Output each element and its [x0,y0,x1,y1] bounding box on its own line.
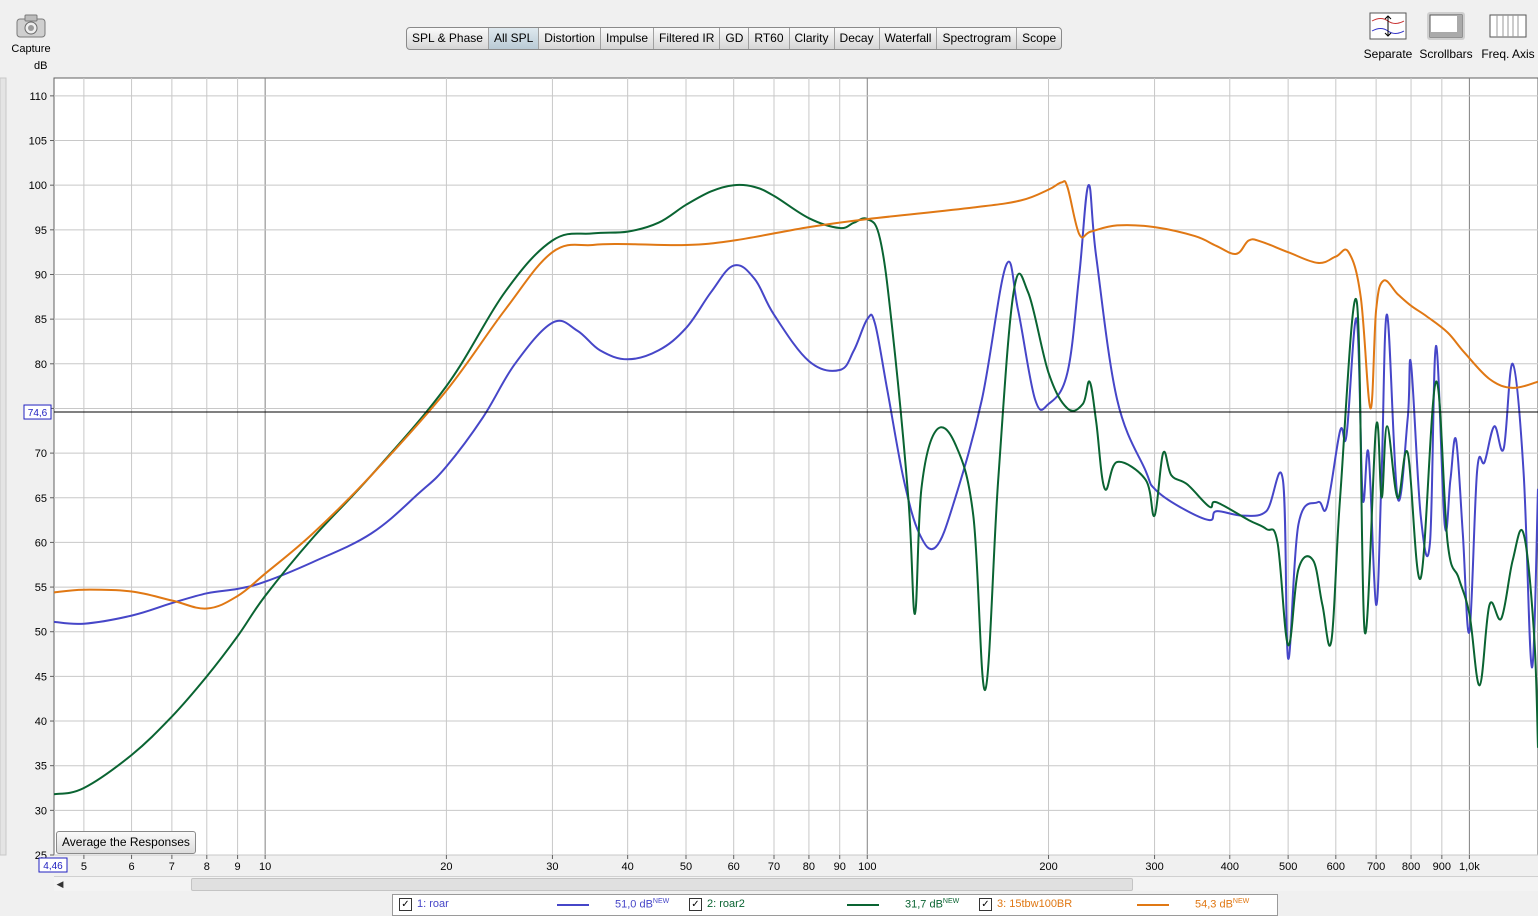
x-tick-label: 80 [803,861,815,873]
x-tick-label: 1,0k [1459,861,1480,873]
x-tick-label: 6 [129,861,135,873]
cursor-y-label: 74,6 [28,408,48,419]
x-tick-label: 200 [1039,861,1057,873]
x-tick-label: 100 [858,861,876,873]
x-tick-label: 500 [1279,861,1297,873]
legend-name: 1: roar [417,898,449,910]
legend-panel: ✓ 1: roar 51,0 dBNEW ✓ 2: roar2 31,7 dBNEW ✓ 3:… [392,894,1278,916]
y-tick-label: 30 [35,805,47,817]
x-tick-label: 20 [440,861,452,873]
x-tick-label: 700 [1367,861,1385,873]
y-tick-label: 40 [35,716,47,728]
x-tick-label: 40 [622,861,634,873]
y-tick-label: 80 [35,359,47,371]
spl-chart[interactable]: 2530354045505560657075808590951001051105… [0,0,1538,908]
y-tick-label: 55 [35,582,47,594]
y-tick-label: 100 [29,180,47,192]
y-tick-label: 65 [35,493,47,505]
y-tick-label: 70 [35,448,47,460]
legend-line [557,904,589,906]
scrollbar-thumb[interactable] [191,878,1133,891]
legend-value: 31,7 dBNEW [905,898,960,911]
y-tick-label: 95 [35,225,47,237]
average-responses-button[interactable]: Average the Responses [56,831,196,854]
cursor-x-label: 4,46 [43,861,63,872]
legend-value: 54,3 dBNEW [1195,898,1250,911]
x-tick-label: 10 [259,861,271,873]
x-tick-label: 7 [169,861,175,873]
x-tick-label: 90 [834,861,846,873]
legend-value: 51,0 dBNEW [615,898,670,911]
y-tick-label: 45 [35,671,47,683]
x-tick-label: 5 [81,861,87,873]
legend-item: ✓ 1: roar 51,0 dBNEW [395,898,683,912]
legend-item: ✓ 3: 15tbw100BR 54,3 dBNEW [975,898,1263,912]
y-tick-label: 110 [29,91,47,103]
x-tick-label: 50 [680,861,692,873]
x-tick-label: 300 [1145,861,1163,873]
vertical-scrollbar [0,77,7,856]
legend-item: ✓ 2: roar2 31,7 dBNEW [685,898,973,912]
y-tick-label: 85 [35,314,47,326]
x-tick-label: 900 [1433,861,1451,873]
legend-checkbox[interactable]: ✓ [689,898,702,911]
x-tick-label: 60 [728,861,740,873]
y-tick-label: 90 [35,269,47,281]
x-tick-label: 30 [546,861,558,873]
x-tick-label: 800 [1402,861,1420,873]
y-tick-label: 35 [35,761,47,773]
x-tick-label: 600 [1327,861,1345,873]
y-tick-label: 50 [35,627,47,639]
scroll-left-icon[interactable]: ◀ [54,877,66,891]
x-tick-label: 8 [204,861,210,873]
x-tick-label: 70 [768,861,780,873]
legend-line [847,904,879,906]
y-tick-label: 105 [29,136,47,148]
plot-area [53,77,1538,856]
y-tick-label: 60 [35,537,47,549]
x-tick-label: 9 [235,861,241,873]
legend-checkbox[interactable]: ✓ [399,898,412,911]
legend-name: 2: roar2 [707,898,745,910]
legend-line [1137,904,1169,906]
x-tick-label: 400 [1221,861,1239,873]
legend-checkbox[interactable]: ✓ [979,898,992,911]
horizontal-scrollbar[interactable]: ◀ [54,876,1538,891]
legend-name: 3: 15tbw100BR [997,898,1073,910]
